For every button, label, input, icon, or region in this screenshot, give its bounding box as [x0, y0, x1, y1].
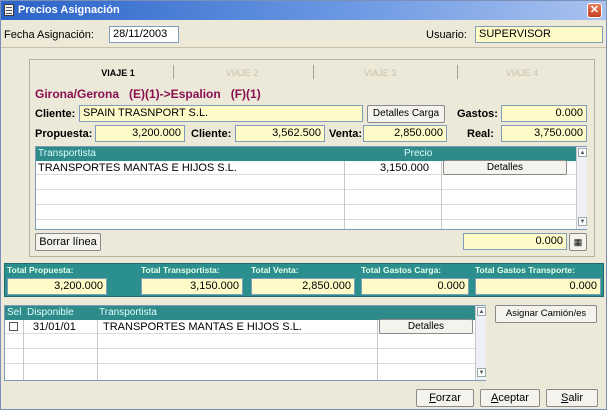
gastos-field[interactable]: 0.000: [501, 105, 587, 122]
column-header-transportista: Transportista: [38, 148, 96, 159]
row-disponible: 31/01/01: [33, 321, 76, 333]
column-header-precio: Precio: [404, 148, 433, 159]
total-gastos-transporte-field[interactable]: 0.000: [475, 278, 601, 295]
tab-separator: [457, 65, 458, 79]
row-precio: 3,150.000: [380, 162, 429, 174]
row-transportista: TRANSPORTES MANTAS E HIJOS S.L.: [38, 162, 237, 174]
propuesta-label: Propuesta:: [35, 128, 93, 140]
table-row: [36, 191, 576, 205]
scroll-up-icon[interactable]: ▲: [578, 148, 587, 157]
grid-header: Sel Disponible Transportista: [5, 306, 475, 320]
total-gastos-transporte-label: Total Gastos Transporte:: [475, 265, 575, 275]
venta-label: Venta:: [329, 128, 363, 140]
usuario-label: Usuario:: [426, 29, 467, 41]
window-title: Precios Asignación: [18, 4, 120, 16]
tab-separator: [313, 65, 314, 79]
table-row: [5, 335, 475, 349]
select-checkbox[interactable]: [9, 322, 18, 331]
total-transportista-label: Total Transportista:: [141, 265, 220, 275]
total-venta-label: Total Venta:: [251, 265, 299, 275]
total-venta-field[interactable]: 2,850.000: [251, 278, 355, 295]
grid-scrollbar[interactable]: ▲ ▼: [475, 306, 486, 380]
row-transportista: TRANSPORTES MANTAS E HIJOS S.L.: [103, 321, 302, 333]
column-divider: [97, 320, 98, 380]
grid-scrollbar[interactable]: ▲ ▼: [576, 147, 587, 229]
scroll-down-icon[interactable]: ▼: [477, 368, 486, 377]
column-divider: [377, 320, 378, 380]
cliente-price-field[interactable]: 3,562.500: [235, 125, 325, 142]
cliente-price-label: Cliente:: [191, 128, 232, 140]
calculator-icon[interactable]: ▦: [569, 233, 587, 251]
table-row[interactable]: TRANSPORTES MANTAS E HIJOS S.L. 3,150.00…: [36, 160, 576, 175]
title-bar[interactable]: Precios Asignación ✕: [1, 1, 606, 20]
propuesta-field[interactable]: 3,200.000: [95, 125, 185, 142]
app-icon: [4, 4, 14, 16]
route-label: Girona/Gerona (E)(1)->Espalion (F)(1): [35, 87, 261, 101]
totals-bar: Total Propuesta: 3,200.000 Total Transpo…: [4, 263, 604, 297]
row-detalles-button[interactable]: Detalles: [443, 160, 567, 175]
venta-field[interactable]: 2,850.000: [363, 125, 447, 142]
transportista-grid[interactable]: Transportista Precio TRANSPORTES MANTAS …: [35, 146, 587, 230]
column-divider: [23, 320, 24, 380]
detalles-carga-button[interactable]: Detalles Carga: [367, 105, 445, 123]
column-divider: [344, 161, 345, 229]
aceptar-button[interactable]: Aceptar: [480, 389, 540, 407]
scroll-up-icon[interactable]: ▲: [477, 307, 486, 316]
gastos-label: Gastos:: [457, 108, 498, 120]
grid-header: Transportista Precio: [36, 147, 576, 161]
row-detalles-button[interactable]: Detalles: [379, 319, 473, 334]
column-header-transportista: Transportista: [99, 307, 157, 318]
total-propuesta-field[interactable]: 3,200.000: [7, 278, 107, 295]
disponibles-grid[interactable]: Sel Disponible Transportista 31/01/01 TR…: [4, 305, 486, 381]
table-row[interactable]: 31/01/01 TRANSPORTES MANTAS E HIJOS S.L.…: [5, 319, 475, 334]
table-row: [36, 206, 576, 220]
cliente-label: Cliente:: [35, 108, 76, 120]
tab-viaje-2[interactable]: VIAJE 2: [197, 68, 287, 78]
table-row: [5, 350, 475, 364]
column-divider: [441, 161, 442, 229]
borrar-linea-button[interactable]: Borrar línea: [35, 233, 101, 251]
tab-viaje-3[interactable]: VIAJE 3: [335, 68, 425, 78]
tab-separator: [173, 65, 174, 79]
table-row: [36, 176, 576, 190]
column-header-disponible: Disponible: [27, 307, 74, 318]
total-transportista-field[interactable]: 3,150.000: [141, 278, 243, 295]
forzar-button[interactable]: Forzar: [416, 389, 474, 407]
header-divider: [1, 47, 606, 48]
fecha-field[interactable]: 28/11/2003: [109, 26, 179, 43]
tab-viaje-1[interactable]: VIAJE 1: [73, 68, 163, 78]
tab-viaje-4[interactable]: VIAJE 4: [477, 68, 567, 78]
column-header-sel: Sel: [7, 307, 22, 318]
real-field[interactable]: 3,750.000: [501, 125, 587, 142]
asignar-camiones-button[interactable]: Asignar Camión/es: [495, 305, 597, 323]
fecha-label: Fecha Asignación:: [4, 29, 94, 41]
real-label: Real:: [467, 128, 494, 140]
usuario-field[interactable]: SUPERVISOR: [475, 26, 603, 43]
salir-button[interactable]: Salir: [546, 389, 598, 407]
total-propuesta-label: Total Propuesta:: [7, 265, 74, 275]
scroll-down-icon[interactable]: ▼: [578, 217, 587, 226]
cliente-field[interactable]: SPAIN TRASNPORT S.L.: [79, 105, 363, 122]
grid-total-field[interactable]: 0.000: [463, 233, 567, 250]
total-gastos-carga-label: Total Gastos Carga:: [361, 265, 442, 275]
close-button[interactable]: ✕: [587, 3, 602, 18]
precios-asignacion-window: Precios Asignación ✕ Fecha Asignación: 2…: [0, 0, 607, 410]
total-gastos-carga-field[interactable]: 0.000: [361, 278, 469, 295]
